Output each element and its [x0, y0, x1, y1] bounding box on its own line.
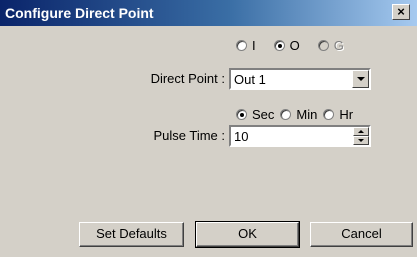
spin-down-icon[interactable] — [353, 136, 369, 145]
ok-button[interactable]: OK — [195, 221, 300, 248]
radio-global-circle — [317, 40, 329, 51]
radio-hr-label: Hr — [339, 107, 354, 122]
radio-input[interactable]: I — [236, 38, 256, 53]
radio-output-circle[interactable] — [273, 40, 285, 51]
radio-sec-label: Sec — [252, 107, 275, 122]
point-type-radio-group: I O G — [236, 38, 350, 53]
radio-input-circle[interactable] — [236, 40, 247, 51]
pulse-time-spinner[interactable]: 10 — [229, 125, 371, 147]
pulse-time-value[interactable]: 10 — [234, 129, 248, 144]
radio-min-circle[interactable] — [280, 109, 292, 120]
window-title: Configure Direct Point — [5, 5, 154, 21]
direct-point-select[interactable]: Out 1 — [229, 68, 371, 90]
close-button[interactable]: × — [392, 4, 410, 20]
radio-hr-circle[interactable] — [323, 109, 335, 120]
radio-sec-circle[interactable] — [236, 109, 247, 120]
radio-sec[interactable]: Sec — [236, 107, 274, 122]
pulse-time-label: Pulse Time : — [153, 128, 225, 143]
time-unit-radio-group: Sec Min Hr — [236, 107, 359, 122]
spin-up-icon[interactable] — [353, 127, 369, 136]
close-icon: × — [397, 4, 405, 19]
radio-output-label: O — [289, 38, 300, 53]
radio-global: G — [317, 38, 344, 53]
direct-point-value: Out 1 — [234, 72, 266, 87]
chevron-down-icon[interactable] — [352, 70, 369, 88]
radio-output[interactable]: O — [273, 38, 300, 53]
radio-min[interactable]: Min — [280, 107, 317, 122]
radio-min-label: Min — [296, 107, 318, 122]
radio-global-label: G — [333, 38, 344, 53]
radio-input-label: I — [252, 38, 256, 53]
title-bar: Configure Direct Point × — [0, 0, 417, 26]
direct-point-label: Direct Point : — [150, 71, 225, 86]
spinner-buttons — [353, 127, 369, 145]
radio-hr[interactable]: Hr — [323, 107, 353, 122]
cancel-button[interactable]: Cancel — [310, 222, 413, 247]
set-defaults-button[interactable]: Set Defaults — [79, 222, 184, 247]
